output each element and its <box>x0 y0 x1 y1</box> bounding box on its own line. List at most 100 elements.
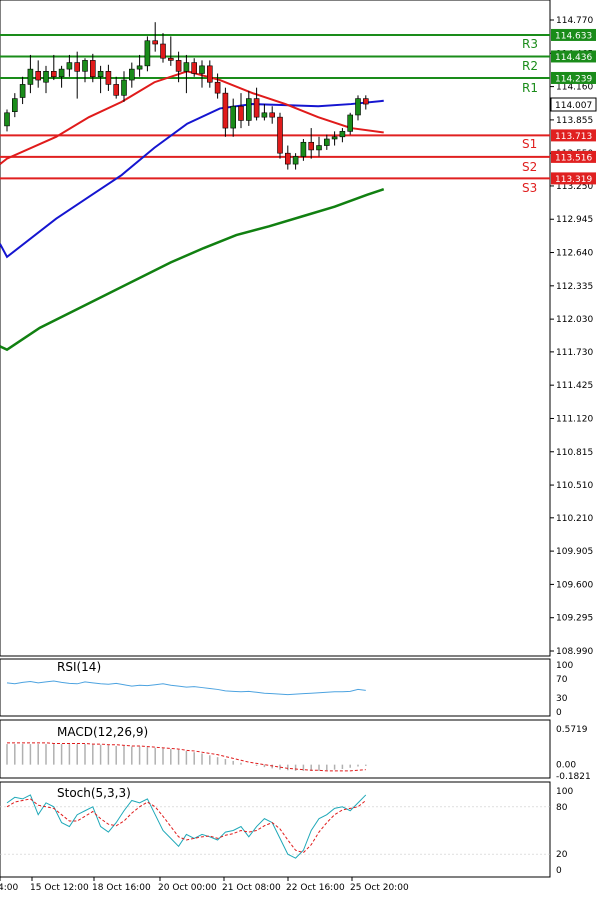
price-tick-label: 112.945 <box>556 215 593 225</box>
candle-up <box>129 68 135 81</box>
time-tick-label: 20 Oct 00:00 <box>158 883 217 893</box>
price-tick-label: 111.425 <box>556 381 593 391</box>
price-axis: 114.770114.465114.160113.855113.550113.2… <box>550 16 593 657</box>
time-tick-label: 25 Oct 20:00 <box>350 883 409 893</box>
macd-axis: 0.5719 0.00-0.1821 <box>556 725 591 782</box>
candle-down <box>269 112 276 118</box>
candle-up <box>292 156 299 165</box>
price-tick-label: 112.640 <box>556 249 593 259</box>
level-name-s3: S3 <box>522 181 537 195</box>
candle-up <box>97 71 104 78</box>
stoch-tick-label: 0 <box>556 866 562 876</box>
rsi-tick-label: 100 <box>556 661 573 671</box>
candle-up <box>4 112 10 127</box>
level-name-r1: R1 <box>522 81 538 95</box>
rsi-axis: 100 70 30 0 <box>556 661 573 718</box>
level-name-s2: S2 <box>522 160 537 174</box>
candle-down <box>238 105 244 121</box>
candle-down <box>277 116 283 154</box>
candle-down <box>35 71 42 81</box>
price-tick-label: 109.905 <box>556 547 593 557</box>
macd-tick-label: -0.1821 <box>556 772 591 782</box>
candle-down <box>175 60 182 72</box>
price-tick-label: 110.815 <box>556 448 593 458</box>
level-price-r1: 114.239 <box>555 74 592 84</box>
price-tick-label: 110.510 <box>556 481 593 491</box>
current-price-marker: 114.007 <box>550 97 597 112</box>
macd-tick-label: 0.5719 <box>556 725 588 735</box>
stoch-tick-label: 20 <box>556 850 568 860</box>
candle-up <box>300 141 307 157</box>
time-tick-label: 4:00 <box>0 883 18 893</box>
candle-down <box>308 141 315 151</box>
candle-up <box>230 105 236 129</box>
candle-up <box>199 65 205 74</box>
level-name-s1: S1 <box>522 137 537 151</box>
stoch-tick-label: 80 <box>556 803 568 813</box>
price-tick-label: 108.990 <box>556 647 593 657</box>
candle-down <box>160 43 166 59</box>
candle-up <box>246 98 252 121</box>
candle-up <box>19 84 26 98</box>
candle-up <box>323 138 330 146</box>
price-tick-label: 109.295 <box>556 614 593 624</box>
macd-tick-label: 0.00 <box>556 761 576 771</box>
candle-down <box>74 62 80 72</box>
price-tick-label: 111.120 <box>556 414 593 424</box>
price-tick-label: 113.855 <box>556 116 593 126</box>
candle-up <box>347 114 354 132</box>
main-panel <box>0 0 551 657</box>
price-tick-label: 114.770 <box>556 16 593 26</box>
level-price-s1: 113.713 <box>555 132 592 142</box>
candle-up <box>136 65 143 70</box>
candle-down <box>105 71 112 85</box>
candle-down <box>50 71 57 78</box>
rsi-tick-label: 70 <box>556 675 568 685</box>
price-tick-label: 112.335 <box>556 282 593 292</box>
price-tick-label: 111.730 <box>556 348 593 358</box>
time-tick-label: 22 Oct 16:00 <box>286 883 345 893</box>
candle-up <box>331 136 338 140</box>
candle-up <box>58 68 65 78</box>
candle-up <box>12 98 18 113</box>
time-axis: 4:00 15 Oct 12:00 18 Oct 16:00 20 Oct 00:00… <box>0 877 409 893</box>
candle-down <box>207 65 213 83</box>
level-price-r3: 114.633 <box>555 31 592 41</box>
time-tick-label: 21 Oct 08:00 <box>222 883 281 893</box>
candle-up <box>43 71 49 83</box>
candle-down <box>222 92 229 129</box>
candle-down <box>113 84 119 96</box>
candle-up <box>144 40 151 67</box>
candle-up <box>339 131 346 138</box>
candle-up <box>316 145 322 151</box>
candle-up <box>66 62 73 70</box>
candle-down <box>90 60 96 78</box>
macd-label: MACD(12,26,9) <box>57 725 148 739</box>
level-price-s3: 113.319 <box>555 175 592 185</box>
candle-up <box>183 62 190 72</box>
price-tick-label: 109.600 <box>556 580 593 590</box>
candle-up <box>121 79 127 96</box>
candle-down <box>362 98 369 105</box>
rsi-label: RSI(14) <box>57 660 101 674</box>
candle-down <box>214 81 221 94</box>
rsi-tick-label: 30 <box>556 694 568 704</box>
time-tick-label: 18 Oct 16:00 <box>92 883 151 893</box>
candle-down <box>191 62 197 74</box>
level-price-s2: 113.516 <box>555 153 592 163</box>
level-price-r2: 114.436 <box>555 53 592 63</box>
rsi-tick-label: 0 <box>556 708 562 718</box>
candle-up <box>27 68 34 85</box>
candle-down <box>284 152 291 165</box>
price-tick-label: 112.030 <box>556 315 593 325</box>
candle-down <box>168 57 174 61</box>
candle-down <box>253 98 260 118</box>
candle-up <box>355 98 361 116</box>
level-name-r2: R2 <box>522 59 538 73</box>
candle-up <box>261 112 268 118</box>
current-price-label: 114.007 <box>555 101 592 111</box>
time-tick-label: 15 Oct 12:00 <box>30 883 89 893</box>
price-tick-label: 110.210 <box>556 514 593 524</box>
stoch-label: Stoch(5,3,3) <box>57 786 131 800</box>
candle-up <box>82 60 88 72</box>
